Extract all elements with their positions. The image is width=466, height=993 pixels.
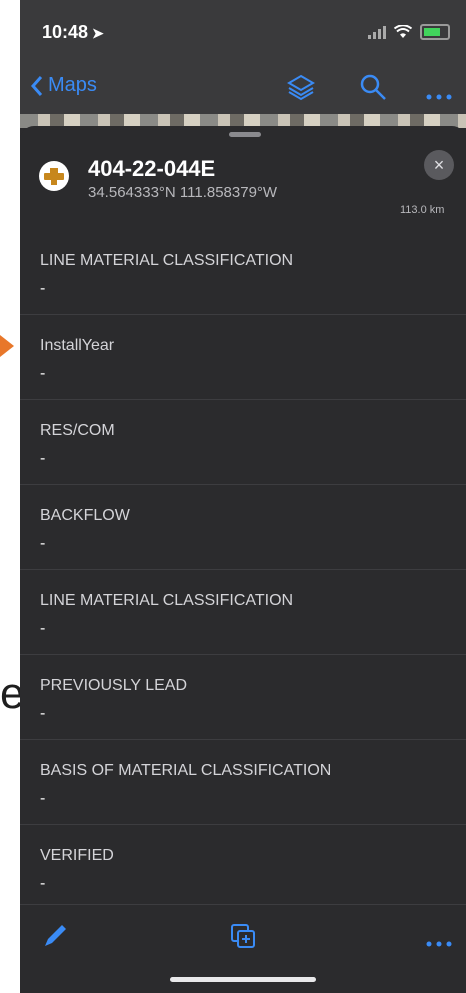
- status-icons: [368, 24, 450, 40]
- attribute-list: LINE MATERIAL CLASSIFICATION - InstallYe…: [20, 230, 466, 910]
- attribute-label: VERIFIED: [40, 847, 114, 864]
- attribute-label: PREVIOUSLY LEAD: [40, 677, 188, 694]
- attribute-value: -: [40, 365, 46, 382]
- close-icon: ×: [433, 154, 445, 175]
- attribute-label: LINE MATERIAL CLASSIFICATION: [40, 592, 294, 609]
- wifi-icon: [394, 25, 412, 38]
- feature-header: 404-22-044E 34.564333°N 111.858379°W × 1…: [20, 144, 466, 216]
- attribute-label: LINE MATERIAL CLASSIFICATION: [40, 252, 294, 269]
- attribute-label: BASIS OF MATERIAL CLASSIFICATION: [40, 762, 332, 779]
- home-indicator[interactable]: [170, 977, 316, 982]
- phone-screen: 10:48 ➤ Maps 404-22-044E 34.564333°N 111…: [20, 0, 466, 993]
- status-bar: 10:48 ➤: [20, 0, 466, 62]
- attribute-value: -: [40, 705, 46, 722]
- attribute-label: BACKFLOW: [40, 507, 130, 524]
- attribute-row: VERIFIED -: [20, 825, 466, 910]
- location-arrow-icon: ➤: [92, 25, 104, 41]
- distance-label: 113.0 km: [400, 204, 445, 216]
- feature-detail-sheet: 404-22-044E 34.564333°N 111.858379°W × 1…: [20, 126, 466, 993]
- battery-icon: [420, 24, 450, 40]
- attribute-row: BACKFLOW -: [20, 485, 466, 570]
- attribute-value: -: [40, 535, 46, 552]
- copy-add-icon[interactable]: [228, 921, 258, 951]
- chevron-left-icon: [30, 75, 43, 96]
- edit-icon[interactable]: [40, 921, 70, 951]
- feature-coordinates: 34.564333°N 111.858379°W: [88, 184, 278, 201]
- attribute-value: -: [40, 875, 46, 892]
- attribute-label: InstallYear: [40, 337, 115, 354]
- attribute-row: InstallYear -: [20, 315, 466, 400]
- search-icon[interactable]: [358, 72, 388, 102]
- nav-bar: Maps: [20, 62, 466, 114]
- attribute-value: -: [40, 280, 46, 297]
- attribute-row: LINE MATERIAL CLASSIFICATION -: [20, 230, 466, 315]
- sheet-grabber[interactable]: [229, 132, 261, 137]
- feature-symbol-icon: [39, 161, 69, 191]
- attribute-value: -: [40, 450, 46, 467]
- annotation-arrow: [0, 335, 14, 357]
- attribute-value: -: [40, 790, 46, 807]
- attribute-row: LINE MATERIAL CLASSIFICATION -: [20, 570, 466, 655]
- more-icon[interactable]: [424, 82, 454, 112]
- back-button[interactable]: Maps: [30, 74, 97, 97]
- attribute-row: BASIS OF MATERIAL CLASSIFICATION -: [20, 740, 466, 825]
- more-icon[interactable]: [424, 929, 454, 959]
- layers-icon[interactable]: [286, 72, 316, 102]
- signal-icon: [368, 25, 386, 39]
- attribute-row: PREVIOUSLY LEAD -: [20, 655, 466, 740]
- status-time: 10:48 ➤: [42, 22, 104, 42]
- attribute-row: RES/COM -: [20, 400, 466, 485]
- feature-id: 404-22-044E: [88, 156, 216, 181]
- close-button[interactable]: ×: [424, 150, 454, 180]
- back-label: Maps: [48, 74, 97, 96]
- bottom-toolbar: [20, 904, 466, 993]
- attribute-label: RES/COM: [40, 422, 115, 439]
- attribute-value: -: [40, 620, 46, 637]
